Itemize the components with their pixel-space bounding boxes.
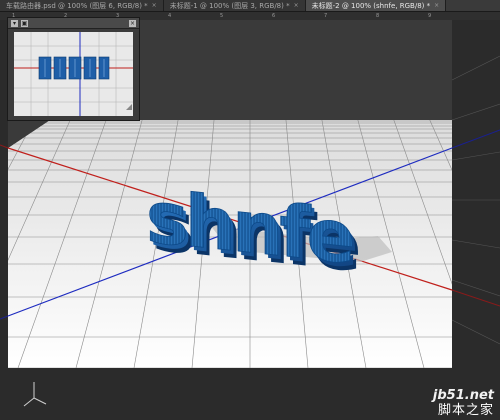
navigator-close-icon[interactable]: ×: [129, 19, 136, 27]
navigator-collapse-icon[interactable]: ▾: [11, 19, 18, 27]
watermark-name: 脚本之家: [437, 403, 494, 418]
watermark: jb51.net 脚本之家: [432, 388, 494, 419]
navigator-titlebar: ▾ ▣ ×: [8, 18, 139, 29]
navigator-panel[interactable]: ▾ ▣ ×: [7, 17, 140, 121]
navigator-pin-icon[interactable]: ▣: [21, 19, 28, 27]
navigator-thumbnail[interactable]: [14, 32, 133, 116]
watermark-domain: jb51.net: [432, 388, 494, 403]
